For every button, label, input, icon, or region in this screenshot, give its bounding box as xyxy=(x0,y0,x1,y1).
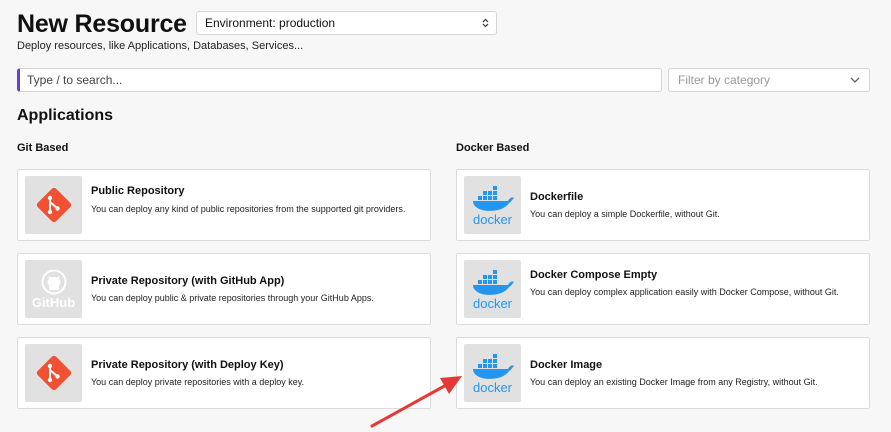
category-filter-placeholder: Filter by category xyxy=(678,73,771,87)
docker-wordmark: docker xyxy=(472,211,513,227)
column-title-git-based: Git Based xyxy=(17,142,69,154)
card-dockerfile[interactable]: docker Dockerfile You can deploy a simpl… xyxy=(456,169,870,241)
card-docker-image[interactable]: docker Docker Image You can deploy an ex… xyxy=(456,337,870,409)
card-title: Docker Compose Empty xyxy=(530,269,658,281)
card-description: You can deploy a simple Dockerfile, with… xyxy=(530,209,720,219)
page-subtitle: Deploy resources, like Applications, Dat… xyxy=(17,40,304,52)
card-thumb: docker xyxy=(464,344,521,402)
column-title-docker-based: Docker Based xyxy=(456,142,530,154)
docker-icon xyxy=(472,185,514,211)
git-icon xyxy=(36,187,71,223)
card-title: Docker Image xyxy=(530,359,603,371)
environment-select[interactable]: Environment: production xyxy=(196,11,497,35)
card-title: Dockerfile xyxy=(530,191,584,203)
page-title: New Resource xyxy=(17,10,187,38)
card-thumb: docker xyxy=(464,260,521,318)
card-title: Public Repository xyxy=(91,185,185,197)
docker-wordmark: docker xyxy=(472,295,513,311)
docker-icon xyxy=(472,353,514,379)
git-icon xyxy=(36,355,71,391)
card-title: Private Repository (with Deploy Key) xyxy=(91,359,284,371)
docker-wordmark: docker xyxy=(472,379,513,395)
card-description: You can deploy public & private reposito… xyxy=(91,293,374,303)
github-icon xyxy=(41,269,66,294)
card-description: You can deploy any kind of public reposi… xyxy=(91,204,406,214)
docker-icon xyxy=(472,269,514,295)
card-docker-compose-empty[interactable]: docker Docker Compose Empty You can depl… xyxy=(456,253,870,325)
card-thumb xyxy=(25,176,82,234)
environment-select-value: Environment: production xyxy=(205,16,336,30)
card-title: Private Repository (with GitHub App) xyxy=(91,275,285,287)
card-description: You can deploy private repositories with… xyxy=(91,377,305,387)
card-description: You can deploy an existing Docker Image … xyxy=(530,377,818,387)
chevron-down-icon xyxy=(850,77,860,83)
category-filter-select[interactable]: Filter by category xyxy=(668,68,870,92)
search-input[interactable] xyxy=(17,68,662,92)
card-private-repository-deploy-key[interactable]: Private Repository (with Deploy Key) You… xyxy=(17,337,431,409)
card-thumb xyxy=(25,344,82,402)
card-public-repository[interactable]: Public Repository You can deploy any kin… xyxy=(17,169,431,241)
github-wordmark: GitHub xyxy=(31,294,76,310)
section-title-applications: Applications xyxy=(17,107,114,124)
card-thumb: GitHub xyxy=(25,260,82,318)
card-thumb: docker xyxy=(464,176,521,234)
card-private-repository-github-app[interactable]: GitHub Private Repository (with GitHub A… xyxy=(17,253,431,325)
card-description: You can deploy complex application easil… xyxy=(530,287,839,297)
updown-chevron-icon xyxy=(482,18,489,28)
